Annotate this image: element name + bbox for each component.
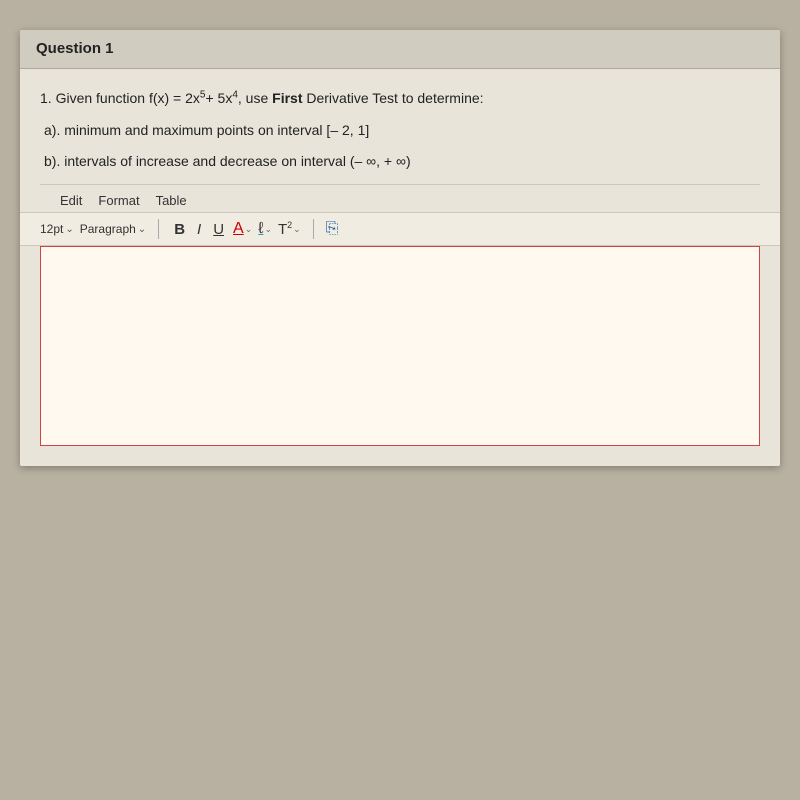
main-text-2: + 5x xyxy=(205,90,232,106)
font-color-dropdown[interactable]: A ⌄ xyxy=(233,220,252,238)
editor-toolbar: 12pt ⌄ Paragraph ⌄ B I U A ⌄ ℓ ⌄ T2 ⌄ ⎘ xyxy=(20,212,780,246)
font-color-button: A xyxy=(233,220,244,238)
question-main-text: 1. Given function f(x) = 2x5+ 5x4, use F… xyxy=(40,87,760,109)
paragraph-label: Paragraph xyxy=(80,222,136,236)
editor-area-wrapper xyxy=(20,246,780,466)
question-body: 1. Given function f(x) = 2x5+ 5x4, use F… xyxy=(20,69,780,212)
paragraph-chevron: ⌄ xyxy=(138,224,146,235)
font-size-dropdown[interactable]: 12pt ⌄ xyxy=(40,222,74,236)
superscript-dropdown[interactable]: T2 ⌄ xyxy=(278,220,301,238)
font-size-chevron: ⌄ xyxy=(65,224,73,235)
paragraph-dropdown[interactable]: Paragraph ⌄ xyxy=(80,222,146,236)
sub-question-a: a). minimum and maximum points on interv… xyxy=(40,119,760,141)
main-bold: First xyxy=(272,90,302,106)
superscript-chevron: ⌄ xyxy=(293,224,301,235)
italic-button[interactable]: I xyxy=(194,220,204,239)
insert-table-icon[interactable]: ⎘ xyxy=(326,220,339,238)
superscript-button: T2 xyxy=(278,220,292,238)
menu-table[interactable]: Table xyxy=(156,193,187,208)
editor-area[interactable] xyxy=(40,246,760,446)
highlight-button: ℓ xyxy=(258,220,263,238)
main-container: Question 1 1. Given function f(x) = 2x5+… xyxy=(20,30,780,466)
bold-button[interactable]: B xyxy=(171,220,188,239)
highlight-chevron: ⌄ xyxy=(264,224,272,235)
main-text-4: Derivative Test to determine: xyxy=(302,90,483,106)
menu-format[interactable]: Format xyxy=(98,193,139,208)
sub-question-b: b). intervals of increase and decrease o… xyxy=(40,150,760,172)
toolbar-divider-2 xyxy=(313,219,314,239)
main-text-1: 1. Given function f(x) = 2x xyxy=(40,90,200,106)
toolbar-divider-1 xyxy=(158,219,159,239)
menu-edit[interactable]: Edit xyxy=(60,193,82,208)
question-header: Question 1 xyxy=(20,30,780,69)
underline-button[interactable]: U xyxy=(210,220,227,239)
font-color-chevron: ⌄ xyxy=(245,224,253,235)
font-size-value: 12pt xyxy=(40,222,63,236)
highlight-dropdown[interactable]: ℓ ⌄ xyxy=(258,220,272,238)
editor-menu: Edit Format Table xyxy=(40,184,760,212)
question-title: Question 1 xyxy=(36,40,114,57)
main-text-3: , use xyxy=(238,90,272,106)
